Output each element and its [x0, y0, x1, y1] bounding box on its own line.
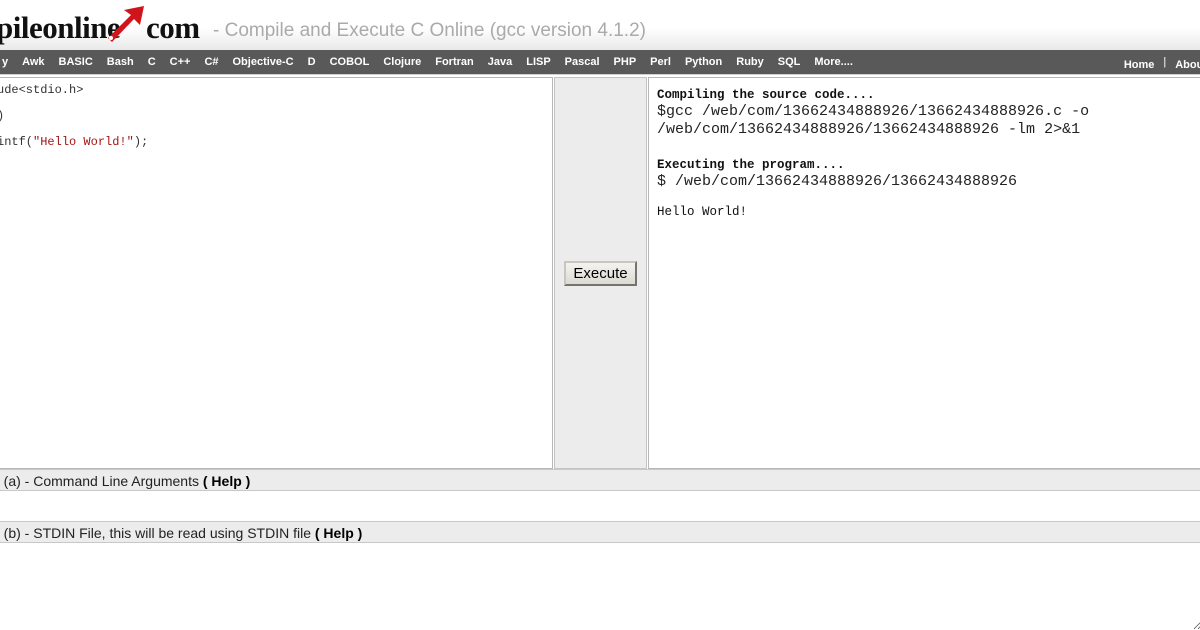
nav-link-language[interactable]: y — [0, 50, 15, 74]
nav-link-language[interactable]: Java — [481, 50, 519, 74]
args-option-bar: n (a) - Command Line Arguments ( Help ) — [0, 469, 1200, 491]
code-token: ); — [133, 135, 149, 149]
nav-link-language[interactable]: C — [141, 50, 163, 74]
nav-link-about[interactable]: About — [1168, 50, 1200, 74]
nav-link-language[interactable]: Python — [678, 50, 729, 74]
nav-link-language[interactable]: COBOL — [323, 50, 377, 74]
execute-heading: Executing the program.... — [657, 158, 845, 172]
nav-link-language[interactable]: Bash — [100, 50, 141, 74]
code-line: intf("Hello World!"); — [0, 135, 148, 149]
args-label-text: n (a) - Command Line Arguments — [0, 473, 199, 489]
language-nav-bar: y Awk BASIC Bash C C++ C# Objective-C D … — [0, 50, 1200, 75]
nav-link-language[interactable]: Pascal — [558, 50, 607, 74]
nav-link-language[interactable]: Ruby — [729, 50, 771, 74]
compile-heading: Compiling the source code.... — [657, 88, 875, 102]
nav-link-language[interactable]: BASIC — [52, 50, 100, 74]
nav-link-language[interactable]: LISP — [519, 50, 557, 74]
execute-panel: Execute — [554, 77, 647, 469]
execute-command: $ /web/com/13662434888926/13662434888926 — [657, 173, 1018, 190]
args-option-label: n (a) - Command Line Arguments ( Help ) — [0, 473, 250, 489]
language-links: y Awk BASIC Bash C C++ C# Objective-C D … — [0, 50, 860, 74]
code-line: ude<stdio.h> — [0, 83, 84, 97]
nav-link-language[interactable]: SQL — [771, 50, 808, 74]
compile-command: $gcc /web/com/13662434888926/13662434888… — [657, 103, 1090, 120]
nav-link-language[interactable]: C# — [197, 50, 225, 74]
stdin-help-link[interactable]: ( Help ) — [315, 525, 362, 541]
page-tagline: - Compile and Execute C Online (gcc vers… — [213, 20, 646, 41]
code-token: intf( — [0, 135, 34, 149]
command-line-args-input[interactable] — [0, 492, 1200, 521]
stdin-option-bar: n (b) - STDIN File, this will be read us… — [0, 521, 1200, 543]
nav-link-home[interactable]: Home — [1117, 50, 1162, 74]
stdin-input[interactable] — [0, 544, 1200, 630]
site-links: Home | About — [1117, 50, 1200, 74]
nav-link-language[interactable]: Perl — [643, 50, 678, 74]
output-panel: Compiling the source code.... $gcc /web/… — [648, 77, 1200, 469]
code-line: ) — [0, 109, 4, 123]
nav-link-language[interactable]: C++ — [163, 50, 198, 74]
logo-arrow-icon — [108, 6, 144, 42]
nav-separator: | — [1163, 56, 1167, 68]
stdin-label-text: n (b) - STDIN File, this will be read us… — [0, 525, 311, 541]
program-output: Hello World! — [657, 205, 748, 219]
nav-link-language[interactable]: Objective-C — [226, 50, 301, 74]
logo-text-right: com — [146, 10, 200, 45]
nav-link-language[interactable]: PHP — [607, 50, 644, 74]
logo-text-left: pileonline — [0, 10, 121, 45]
nav-link-language[interactable]: Awk — [15, 50, 51, 74]
nav-link-language[interactable]: D — [301, 50, 323, 74]
execute-button[interactable]: Execute — [564, 261, 637, 286]
code-string-literal: "Hello World!" — [33, 135, 134, 149]
nav-link-more[interactable]: More.... — [807, 50, 860, 74]
nav-link-language[interactable]: Fortran — [428, 50, 481, 74]
nav-link-language[interactable]: Clojure — [376, 50, 428, 74]
stdin-option-label: n (b) - STDIN File, this will be read us… — [0, 525, 362, 541]
header: pileonline com - Compile and Execute C O… — [0, 0, 1200, 50]
code-editor[interactable]: ude<stdio.h> ) intf("Hello World!"); — [0, 77, 553, 469]
compile-command: /web/com/13662434888926/13662434888926 -… — [657, 121, 1081, 138]
args-help-link[interactable]: ( Help ) — [203, 473, 250, 489]
